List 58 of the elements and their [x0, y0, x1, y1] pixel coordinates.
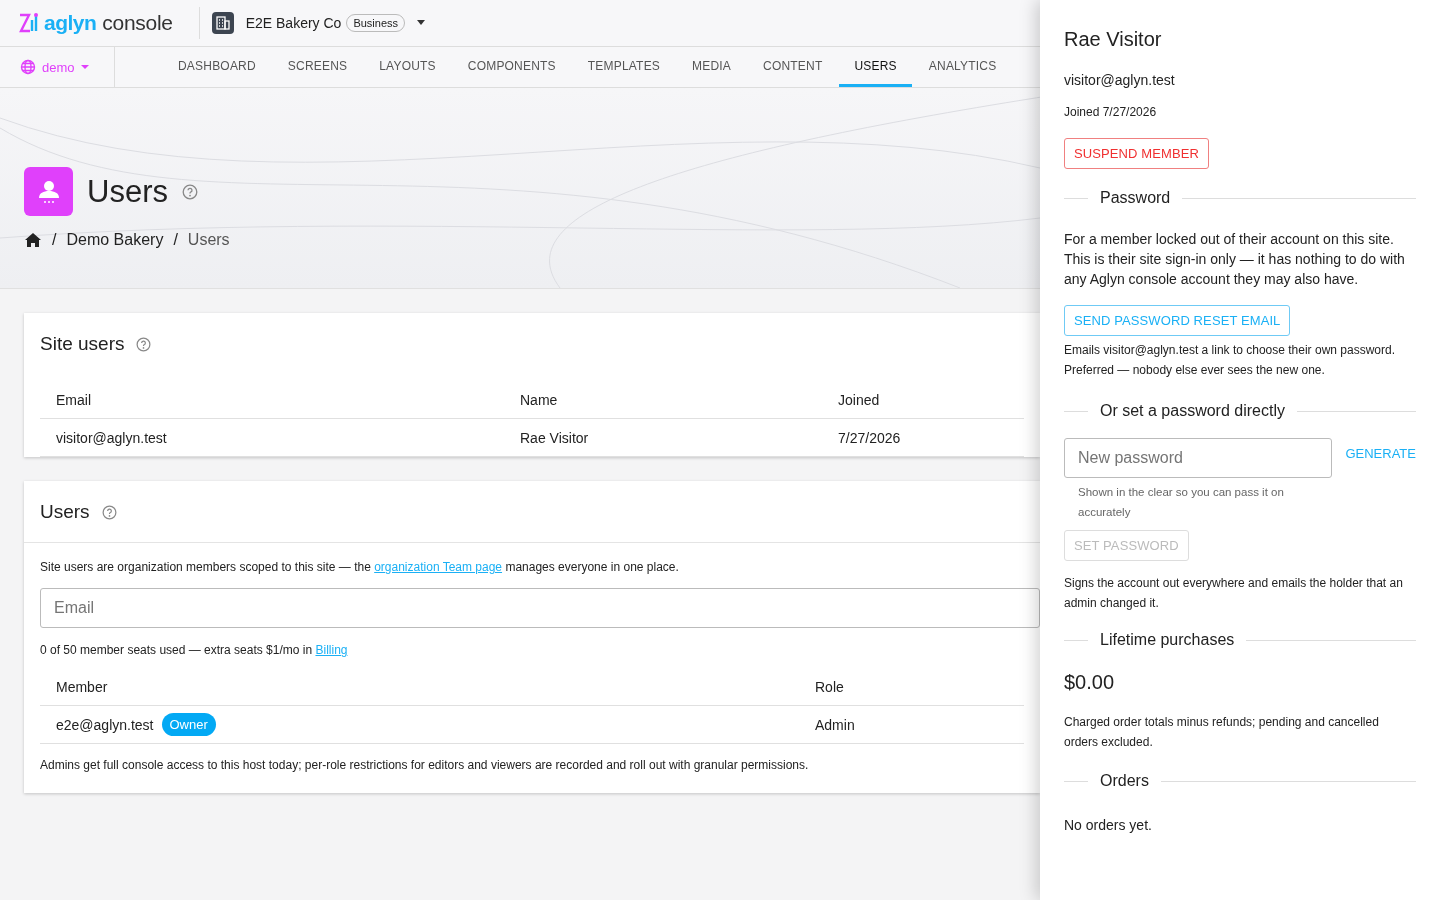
logo-icon: [18, 12, 40, 34]
reset-note: Emails visitor@aglyn.test a link to choose their own password. Preferred — nobody else ever sees the new one.: [1064, 342, 1396, 379]
column-header: Member: [56, 678, 109, 695]
breadcrumb-separator: /: [52, 231, 57, 249]
purchase-amount: $0.00: [1064, 671, 1116, 694]
nav-tab[interactable]: SCREENS: [272, 47, 363, 87]
table-cell: e2e@aglyn.test: [56, 716, 154, 733]
member-name: Rae Visitor: [1064, 28, 1163, 51]
table-cell-text: visitor@aglyn.test: [56, 429, 168, 446]
card-title: Site users: [40, 333, 125, 355]
breadcrumb-item[interactable]: Demo Bakery: [66, 231, 164, 249]
nav-tab[interactable]: CONTENT: [748, 47, 838, 87]
home-icon[interactable]: [24, 232, 42, 248]
column-header: Email: [56, 391, 92, 408]
section-title: Orders: [1100, 772, 1149, 790]
product-name: console: [102, 11, 173, 35]
nav-tab[interactable]: COMPONENTS: [452, 47, 571, 87]
organization-name[interactable]: E2E Bakery Co: [245, 15, 342, 31]
joined-date: Joined 7/27/2026: [1064, 105, 1158, 119]
globe-icon[interactable]: [20, 59, 36, 75]
nav-tab[interactable]: LAYOUTS: [364, 47, 451, 87]
nav-tab[interactable]: DASHBOARD: [163, 47, 271, 87]
nav-tab[interactable]: MEDIA: [677, 47, 747, 87]
column-header: Name: [520, 391, 559, 408]
footnote-text: Admins get full console access to this host today; per-role restrictions for editors and viewers are recorded and roll out with granular permissions.: [39, 757, 810, 774]
building-icon[interactable]: [211, 12, 234, 34]
help-icon[interactable]: [136, 336, 152, 352]
intro-text: Site users are organization members scoped to this site — the organization Team page manages everyone in one place.: [39, 560, 680, 574]
section-title: Lifetime purchases: [1100, 631, 1235, 649]
users-page-icon: [24, 167, 73, 216]
nav-tab[interactable]: ANALYTICS: [913, 47, 1012, 87]
suspend-button[interactable]: SUSPEND MEMBER: [1064, 138, 1209, 169]
set-password-note: Signs the account out everywhere and emails the holder that an admin changed it.: [1064, 575, 1404, 612]
nav-tab[interactable]: TEMPLATES: [572, 47, 676, 87]
help-icon[interactable]: [101, 504, 117, 520]
caret-icon[interactable]: [416, 20, 426, 26]
page-title: Users: [87, 173, 168, 210]
member-email: visitor@aglyn.test: [1064, 72, 1176, 88]
section-title: Or set a password directly: [1100, 402, 1285, 420]
table-cell-text: Rae Visitor: [520, 429, 590, 446]
section-title: Password: [1100, 189, 1171, 207]
role-badge: Owner: [161, 713, 216, 736]
breadcrumb-separator: /: [173, 231, 178, 249]
field-hint: Shown in the clear so you can pass it on accurately: [1078, 485, 1285, 520]
email-field[interactable]: Email: [40, 588, 1040, 628]
help-icon[interactable]: [181, 183, 198, 200]
brand-name: aglyn: [44, 11, 97, 35]
new-password-field[interactable]: New password: [1064, 438, 1333, 478]
table-cell-text: 7/27/2026: [838, 429, 902, 446]
card-title: Users: [40, 501, 90, 523]
table-cell-text: Admin: [815, 716, 856, 733]
breadcrumb-item[interactable]: Users: [187, 231, 230, 249]
column-header: Joined: [838, 391, 881, 408]
empty-orders-text: No orders yet.: [1064, 817, 1153, 833]
password-description: For a member locked out of their account on this site. This is their site sign-in only — it has nothing to do with any Aglyn console account they may also have.: [1064, 230, 1406, 289]
seats-text: 0 of 50 member seats used — extra seats $1/mo in Billing: [39, 643, 349, 657]
purchases-note: Charged order totals minus refunds; pending and cancelled orders excluded.: [1064, 714, 1380, 751]
column-header: Role: [815, 678, 845, 695]
